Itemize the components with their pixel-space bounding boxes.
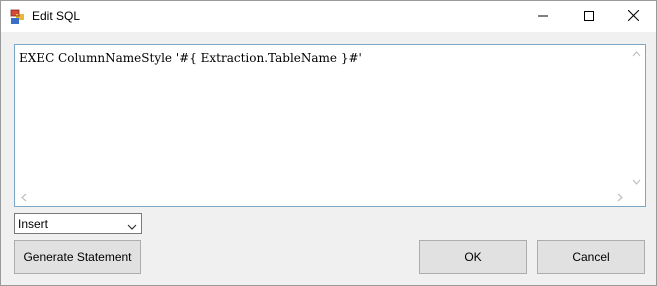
cancel-button[interactable]: Cancel: [537, 240, 645, 274]
chevron-down-icon: [127, 220, 137, 230]
title-bar[interactable]: Edit SQL: [1, 1, 656, 32]
scroll-left-icon[interactable]: [15, 189, 32, 206]
close-icon: [627, 9, 639, 24]
maximize-icon: [584, 10, 594, 24]
minimize-icon: [538, 10, 548, 24]
insert-dropdown[interactable]: Insert: [14, 213, 142, 234]
maximize-button[interactable]: [566, 1, 612, 32]
scroll-down-icon[interactable]: [628, 173, 645, 190]
generate-statement-button[interactable]: Generate Statement: [14, 240, 141, 274]
vertical-scrollbar[interactable]: [628, 45, 645, 190]
scroll-corner: [628, 189, 645, 206]
ok-button[interactable]: OK: [419, 240, 527, 274]
edit-sql-dialog: Edit SQL EXEC ColumnNameStyle '#{ Extrac…: [0, 0, 657, 286]
minimize-button[interactable]: [520, 1, 566, 32]
sql-app-icon: [10, 9, 26, 25]
horizontal-scrollbar[interactable]: [15, 189, 628, 206]
scroll-right-icon[interactable]: [611, 189, 628, 206]
scroll-up-icon[interactable]: [628, 45, 645, 62]
close-button[interactable]: [610, 1, 656, 32]
insert-dropdown-value: Insert: [18, 217, 49, 231]
sql-editor[interactable]: EXEC ColumnNameStyle '#{ Extraction.Tabl…: [14, 44, 646, 207]
sql-editor-text[interactable]: EXEC ColumnNameStyle '#{ Extraction.Tabl…: [19, 51, 362, 65]
window-title: Edit SQL: [32, 9, 81, 23]
